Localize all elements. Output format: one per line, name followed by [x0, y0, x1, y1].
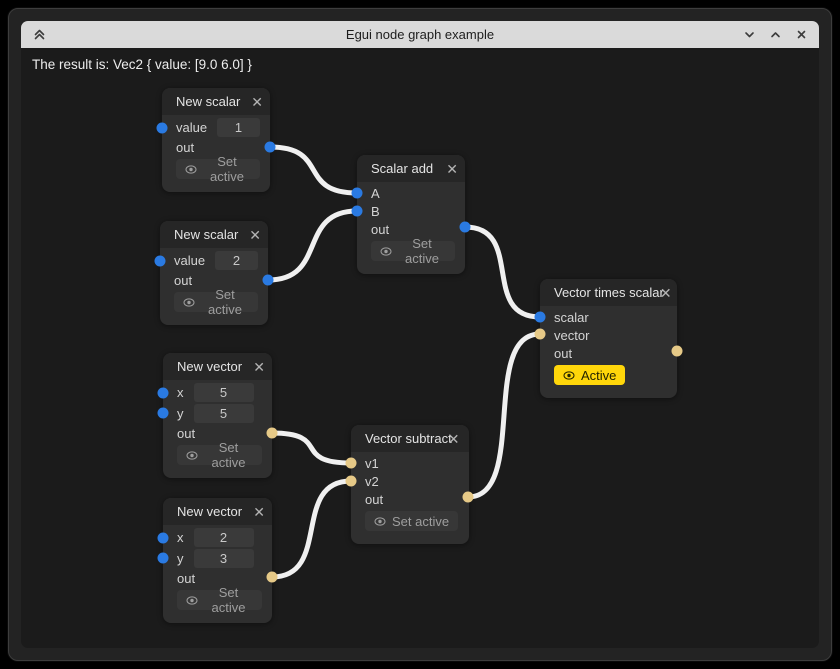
param-row: vector	[554, 326, 667, 344]
node-title: Vector times scalar	[554, 285, 664, 300]
set-active-label: Set active	[392, 514, 449, 529]
collapse-icon[interactable]	[31, 27, 47, 43]
param-row: out	[554, 344, 667, 362]
param-label: out	[365, 492, 383, 507]
set-active-label: Set active	[203, 154, 251, 184]
window-title: Egui node graph example	[21, 27, 819, 42]
param-row: x 5	[177, 382, 262, 403]
eye-icon	[380, 247, 392, 256]
param-label: A	[371, 186, 380, 201]
eye-icon	[185, 165, 197, 174]
set-active-button[interactable]: Set active	[174, 292, 258, 312]
node-header[interactable]: Scalar add ✕	[357, 155, 465, 182]
node-close-icon[interactable]: ✕	[253, 360, 265, 374]
set-active-label: Set active	[204, 440, 253, 470]
param-row: value 1	[176, 117, 260, 138]
node-vector-times-scalar[interactable]: Vector times scalar ✕ scalar vector out …	[540, 279, 677, 398]
node-scalar-add[interactable]: Scalar add ✕ A B out Set active	[357, 155, 465, 274]
node-vector-subtract[interactable]: Vector subtract ✕ v1 v2 out Set active	[351, 425, 469, 544]
set-active-button[interactable]: Set active	[365, 511, 458, 531]
set-active-button[interactable]: Set active	[177, 590, 262, 610]
node-title: New scalar	[176, 94, 240, 109]
set-active-button[interactable]: Set active	[371, 241, 455, 261]
param-label: value	[174, 253, 205, 268]
set-active-label: Set active	[201, 287, 249, 317]
param-label: y	[177, 406, 184, 421]
node-header[interactable]: New scalar ✕	[162, 88, 270, 115]
param-label: x	[177, 530, 184, 545]
value-drag-input[interactable]: 2	[215, 251, 258, 270]
eye-icon	[186, 451, 198, 460]
value-drag-input[interactable]: 5	[194, 383, 254, 402]
node-title: New vector	[177, 359, 242, 374]
param-row: y 5	[177, 403, 262, 424]
set-active-button[interactable]: Set active	[176, 159, 260, 179]
node-header[interactable]: New vector ✕	[163, 353, 272, 380]
node-new-vector-2[interactable]: New vector ✕ x 2 y 3 out Set active	[163, 498, 272, 623]
param-label: out	[177, 426, 195, 441]
node-close-icon[interactable]: ✕	[251, 95, 263, 109]
set-active-label: Set active	[398, 236, 446, 266]
param-label: scalar	[554, 310, 589, 325]
value-drag-input[interactable]: 5	[194, 404, 254, 423]
active-label: Active	[581, 368, 616, 383]
node-title: Vector subtract	[365, 431, 452, 446]
node-close-icon[interactable]: ✕	[446, 162, 458, 176]
node-close-icon[interactable]: ✕	[660, 286, 672, 300]
node-header[interactable]: New scalar ✕	[160, 221, 268, 248]
node-close-icon[interactable]: ✕	[249, 228, 261, 242]
param-label: value	[176, 120, 207, 135]
param-row: B	[371, 202, 455, 220]
param-label: out	[371, 222, 389, 237]
node-close-icon[interactable]: ✕	[448, 432, 460, 446]
param-label: vector	[554, 328, 589, 343]
param-label: y	[177, 551, 184, 566]
param-row: scalar	[554, 308, 667, 326]
param-label: v1	[365, 456, 379, 471]
param-label: B	[371, 204, 380, 219]
close-icon[interactable]	[793, 27, 809, 43]
node-header[interactable]: New vector ✕	[163, 498, 272, 525]
param-label: out	[176, 140, 194, 155]
param-label: out	[554, 346, 572, 361]
param-row: out	[365, 490, 459, 508]
set-active-label: Set active	[204, 585, 253, 615]
active-button[interactable]: Active	[554, 365, 625, 385]
node-title: New scalar	[174, 227, 238, 242]
node-header[interactable]: Vector times scalar ✕	[540, 279, 677, 306]
node-close-icon[interactable]: ✕	[253, 505, 265, 519]
maximize-icon[interactable]	[767, 27, 783, 43]
param-row: y 3	[177, 548, 262, 569]
eye-icon	[563, 371, 575, 380]
eye-icon	[374, 517, 386, 526]
value-drag-input[interactable]: 1	[217, 118, 260, 137]
param-row: value 2	[174, 250, 258, 271]
set-active-button[interactable]: Set active	[177, 445, 262, 465]
param-label: out	[174, 273, 192, 288]
node-new-vector-1[interactable]: New vector ✕ x 5 y 5 out Set active	[163, 353, 272, 478]
app-window: Egui node graph example	[8, 8, 832, 661]
node-title: Scalar add	[371, 161, 433, 176]
param-row: x 2	[177, 527, 262, 548]
node-title: New vector	[177, 504, 242, 519]
titlebar[interactable]: Egui node graph example	[21, 21, 819, 48]
param-row: A	[371, 184, 455, 202]
param-label: v2	[365, 474, 379, 489]
minimize-icon[interactable]	[741, 27, 757, 43]
graph-canvas[interactable]	[21, 48, 819, 648]
param-row: v2	[365, 472, 459, 490]
result-text: The result is: Vec2 { value: [9.0 6.0] }	[32, 57, 252, 72]
node-header[interactable]: Vector subtract ✕	[351, 425, 469, 452]
node-new-scalar-2[interactable]: New scalar ✕ value 2 out Set active	[160, 221, 268, 325]
node-new-scalar-1[interactable]: New scalar ✕ value 1 out Set active	[162, 88, 270, 192]
param-label: out	[177, 571, 195, 586]
eye-icon	[183, 298, 195, 307]
value-drag-input[interactable]: 3	[194, 549, 254, 568]
value-drag-input[interactable]: 2	[194, 528, 254, 547]
eye-icon	[186, 596, 198, 605]
param-label: x	[177, 385, 184, 400]
param-row: v1	[365, 454, 459, 472]
